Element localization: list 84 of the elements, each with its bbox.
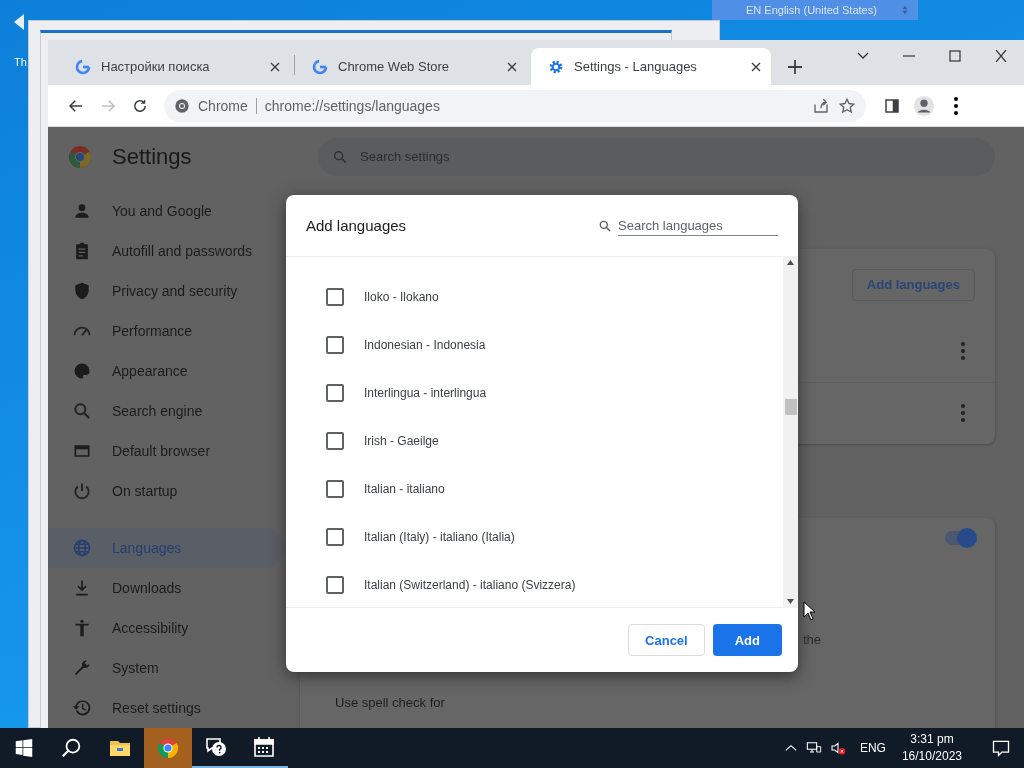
sidebar-item[interactable]: Performance (48, 311, 285, 351)
sidebar-item[interactable]: Privacy and security (48, 271, 285, 311)
muted-speaker-icon (829, 740, 846, 756)
address-bar[interactable]: Chrome chrome://settings/languages (164, 89, 866, 122)
checkbox[interactable] (326, 384, 344, 402)
search-icon (598, 218, 612, 233)
checkbox[interactable] (326, 480, 344, 498)
checkbox[interactable] (326, 528, 344, 546)
sidebar-item[interactable]: You and Google (48, 191, 285, 231)
gear-icon (548, 58, 564, 75)
google-icon (312, 58, 328, 75)
desktop-shortcut-icon (14, 14, 24, 30)
accessibility-icon (72, 618, 92, 638)
dialog-title: Add languages (306, 217, 408, 234)
language-label: Indonesian - Indonesia (364, 338, 486, 352)
updown-icon (900, 5, 910, 15)
settings-title: Settings (112, 143, 192, 170)
input-language[interactable]: ENG (859, 741, 886, 755)
checkbox[interactable] (326, 288, 344, 306)
chrome-logo-icon (174, 97, 190, 114)
close-icon (507, 61, 517, 72)
globe-icon (72, 538, 92, 558)
browser-tab[interactable]: Settings - Languages (531, 48, 771, 85)
sidebar-item[interactable]: Search engine (48, 391, 285, 431)
google-icon (75, 58, 91, 75)
side-panel-icon (883, 96, 901, 115)
windows-logo-icon (15, 739, 33, 757)
site-label: Chrome (198, 97, 257, 114)
checkbox[interactable] (326, 576, 344, 594)
chrome-logo-icon (68, 144, 92, 169)
cancel-button[interactable]: Cancel (628, 624, 705, 656)
language-dropdown[interactable]: EN English (United States) (712, 0, 918, 20)
close-icon (270, 61, 280, 72)
language-label: Italian - italiano (364, 482, 445, 496)
language-label: Italian (Switzerland) - italiano (Svizzera) (364, 578, 576, 592)
scroll-down-icon[interactable] (787, 599, 794, 604)
person-icon (72, 201, 92, 221)
scrollbar[interactable] (783, 257, 798, 607)
shield-icon (72, 281, 92, 301)
sidebar-item[interactable]: Downloads (48, 568, 285, 608)
palette-icon (72, 361, 92, 381)
sidebar-item[interactable]: System (48, 648, 285, 688)
scroll-up-icon[interactable] (787, 260, 794, 265)
close-icon (751, 61, 761, 72)
language-label: Iloko - Ilokano (364, 290, 439, 304)
description-text: the (803, 632, 823, 647)
share-icon (812, 96, 830, 115)
add-languages-button[interactable]: Add languages (851, 268, 975, 301)
add-button[interactable]: Add (712, 624, 782, 656)
sidebar-item[interactable]: Default browser (48, 431, 285, 471)
sidebar-item[interactable]: Reset settings (48, 688, 285, 728)
sidebar-item[interactable]: Appearance (48, 351, 285, 391)
toggle-switch[interactable] (945, 531, 975, 545)
network-icon (805, 740, 822, 756)
spell-check-label: Use spell check for (335, 695, 446, 710)
search-languages-field[interactable]: Search languages (618, 215, 778, 236)
notification-icon (991, 738, 1011, 758)
checkbox[interactable] (326, 432, 344, 450)
checkbox[interactable] (326, 336, 344, 354)
search-icon (61, 737, 83, 759)
url-text: chrome://settings/languages (264, 97, 441, 114)
profile-icon (913, 94, 935, 117)
wrench-icon (72, 658, 92, 678)
power-icon (72, 481, 92, 501)
sidebar-item[interactable]: Accessibility (48, 608, 285, 648)
language-label: Interlingua - interlingua (364, 386, 487, 400)
search-icon (72, 401, 92, 421)
history-icon (72, 698, 92, 718)
calendar-icon (252, 735, 276, 759)
sidebar-item[interactable]: On startup (48, 471, 285, 511)
browser-tab[interactable]: Настройки поиска (58, 48, 290, 85)
scrollbar-thumb[interactable] (785, 399, 797, 415)
help-chat-icon (204, 735, 228, 759)
star-icon (838, 96, 856, 115)
mouse-cursor-icon (803, 601, 817, 621)
sidebar-item[interactable]: Autofill and passwords (48, 231, 285, 271)
search-icon (332, 148, 348, 165)
desktop-icon-label: Th (14, 56, 27, 68)
clock[interactable]: 3:31 pm 16/10/2023 (901, 731, 962, 765)
chrome-icon (156, 736, 180, 760)
browser-tab[interactable]: Chrome Web Store (295, 48, 527, 85)
language-label: Italian (Italy) - italiano (Italia) (364, 530, 515, 544)
language-label: Irish - Gaeilge (364, 434, 439, 448)
more-menu-icon[interactable] (954, 96, 958, 115)
